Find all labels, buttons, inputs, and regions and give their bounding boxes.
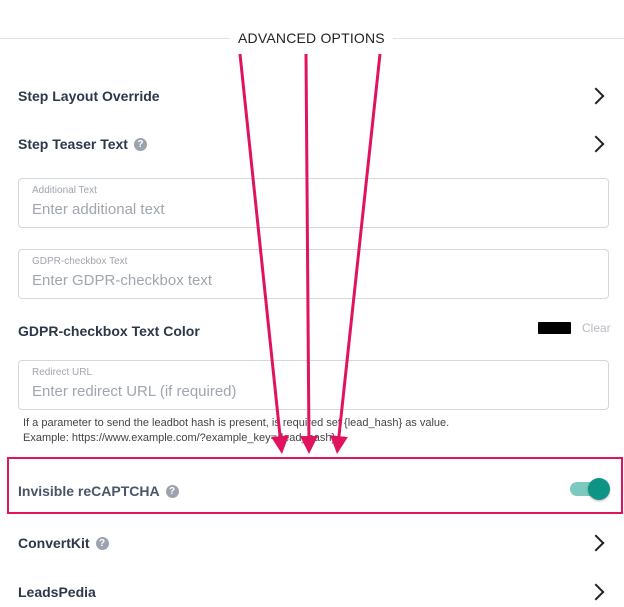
step-teaser-text-row[interactable]: Step Teaser Text ? [18,129,614,159]
redirect-url-field[interactable]: Redirect URL [18,360,609,410]
convertkit-row[interactable]: ConvertKit ? [18,528,614,558]
gdpr-checkbox-text-color-row: GDPR-checkbox Text Color [18,316,614,346]
invisible-recaptcha-label: Invisible reCAPTCHA [18,483,160,499]
help-icon[interactable]: ? [95,536,109,550]
color-swatch[interactable] [538,322,571,334]
hint-line-2: Example: https://www.example.com/?exampl… [23,432,336,444]
gdpr-checkbox-text-field[interactable]: GDPR-checkbox Text [18,249,609,299]
gdpr-checkbox-text-input[interactable] [32,272,595,289]
help-icon[interactable]: ? [165,484,179,498]
chevron-right-icon[interactable] [587,87,605,105]
additional-text-field[interactable]: Additional Text [18,178,609,228]
step-layout-override-row[interactable]: Step Layout Override [18,81,614,111]
chevron-right-icon[interactable] [587,534,605,552]
section-title: ADVANCED OPTIONS [230,30,393,46]
step-layout-override-label: Step Layout Override [18,88,160,104]
toggle-knob [588,478,610,500]
leadspedia-label: LeadsPedia [18,584,96,600]
hint-line-1: If a parameter to send the leadbot hash … [23,417,450,429]
convertkit-label: ConvertKit [18,535,90,551]
help-icon[interactable]: ? [133,137,147,151]
gdpr-checkbox-text-label: GDPR-checkbox Text [32,256,128,267]
step-teaser-text-label: Step Teaser Text [18,136,128,152]
gdpr-checkbox-text-color-label: GDPR-checkbox Text Color [18,323,200,339]
additional-text-input[interactable] [32,201,595,218]
clear-color-button[interactable]: Clear [582,321,611,335]
redirect-url-hint: If a parameter to send the leadbot hash … [23,416,449,446]
redirect-url-input[interactable] [32,383,595,400]
chevron-right-icon[interactable] [587,583,605,601]
invisible-recaptcha-toggle[interactable] [570,477,612,501]
invisible-recaptcha-row: Invisible reCAPTCHA ? [18,476,614,506]
chevron-right-icon[interactable] [587,135,605,153]
additional-text-label: Additional Text [32,185,97,196]
redirect-url-label: Redirect URL [32,367,93,378]
